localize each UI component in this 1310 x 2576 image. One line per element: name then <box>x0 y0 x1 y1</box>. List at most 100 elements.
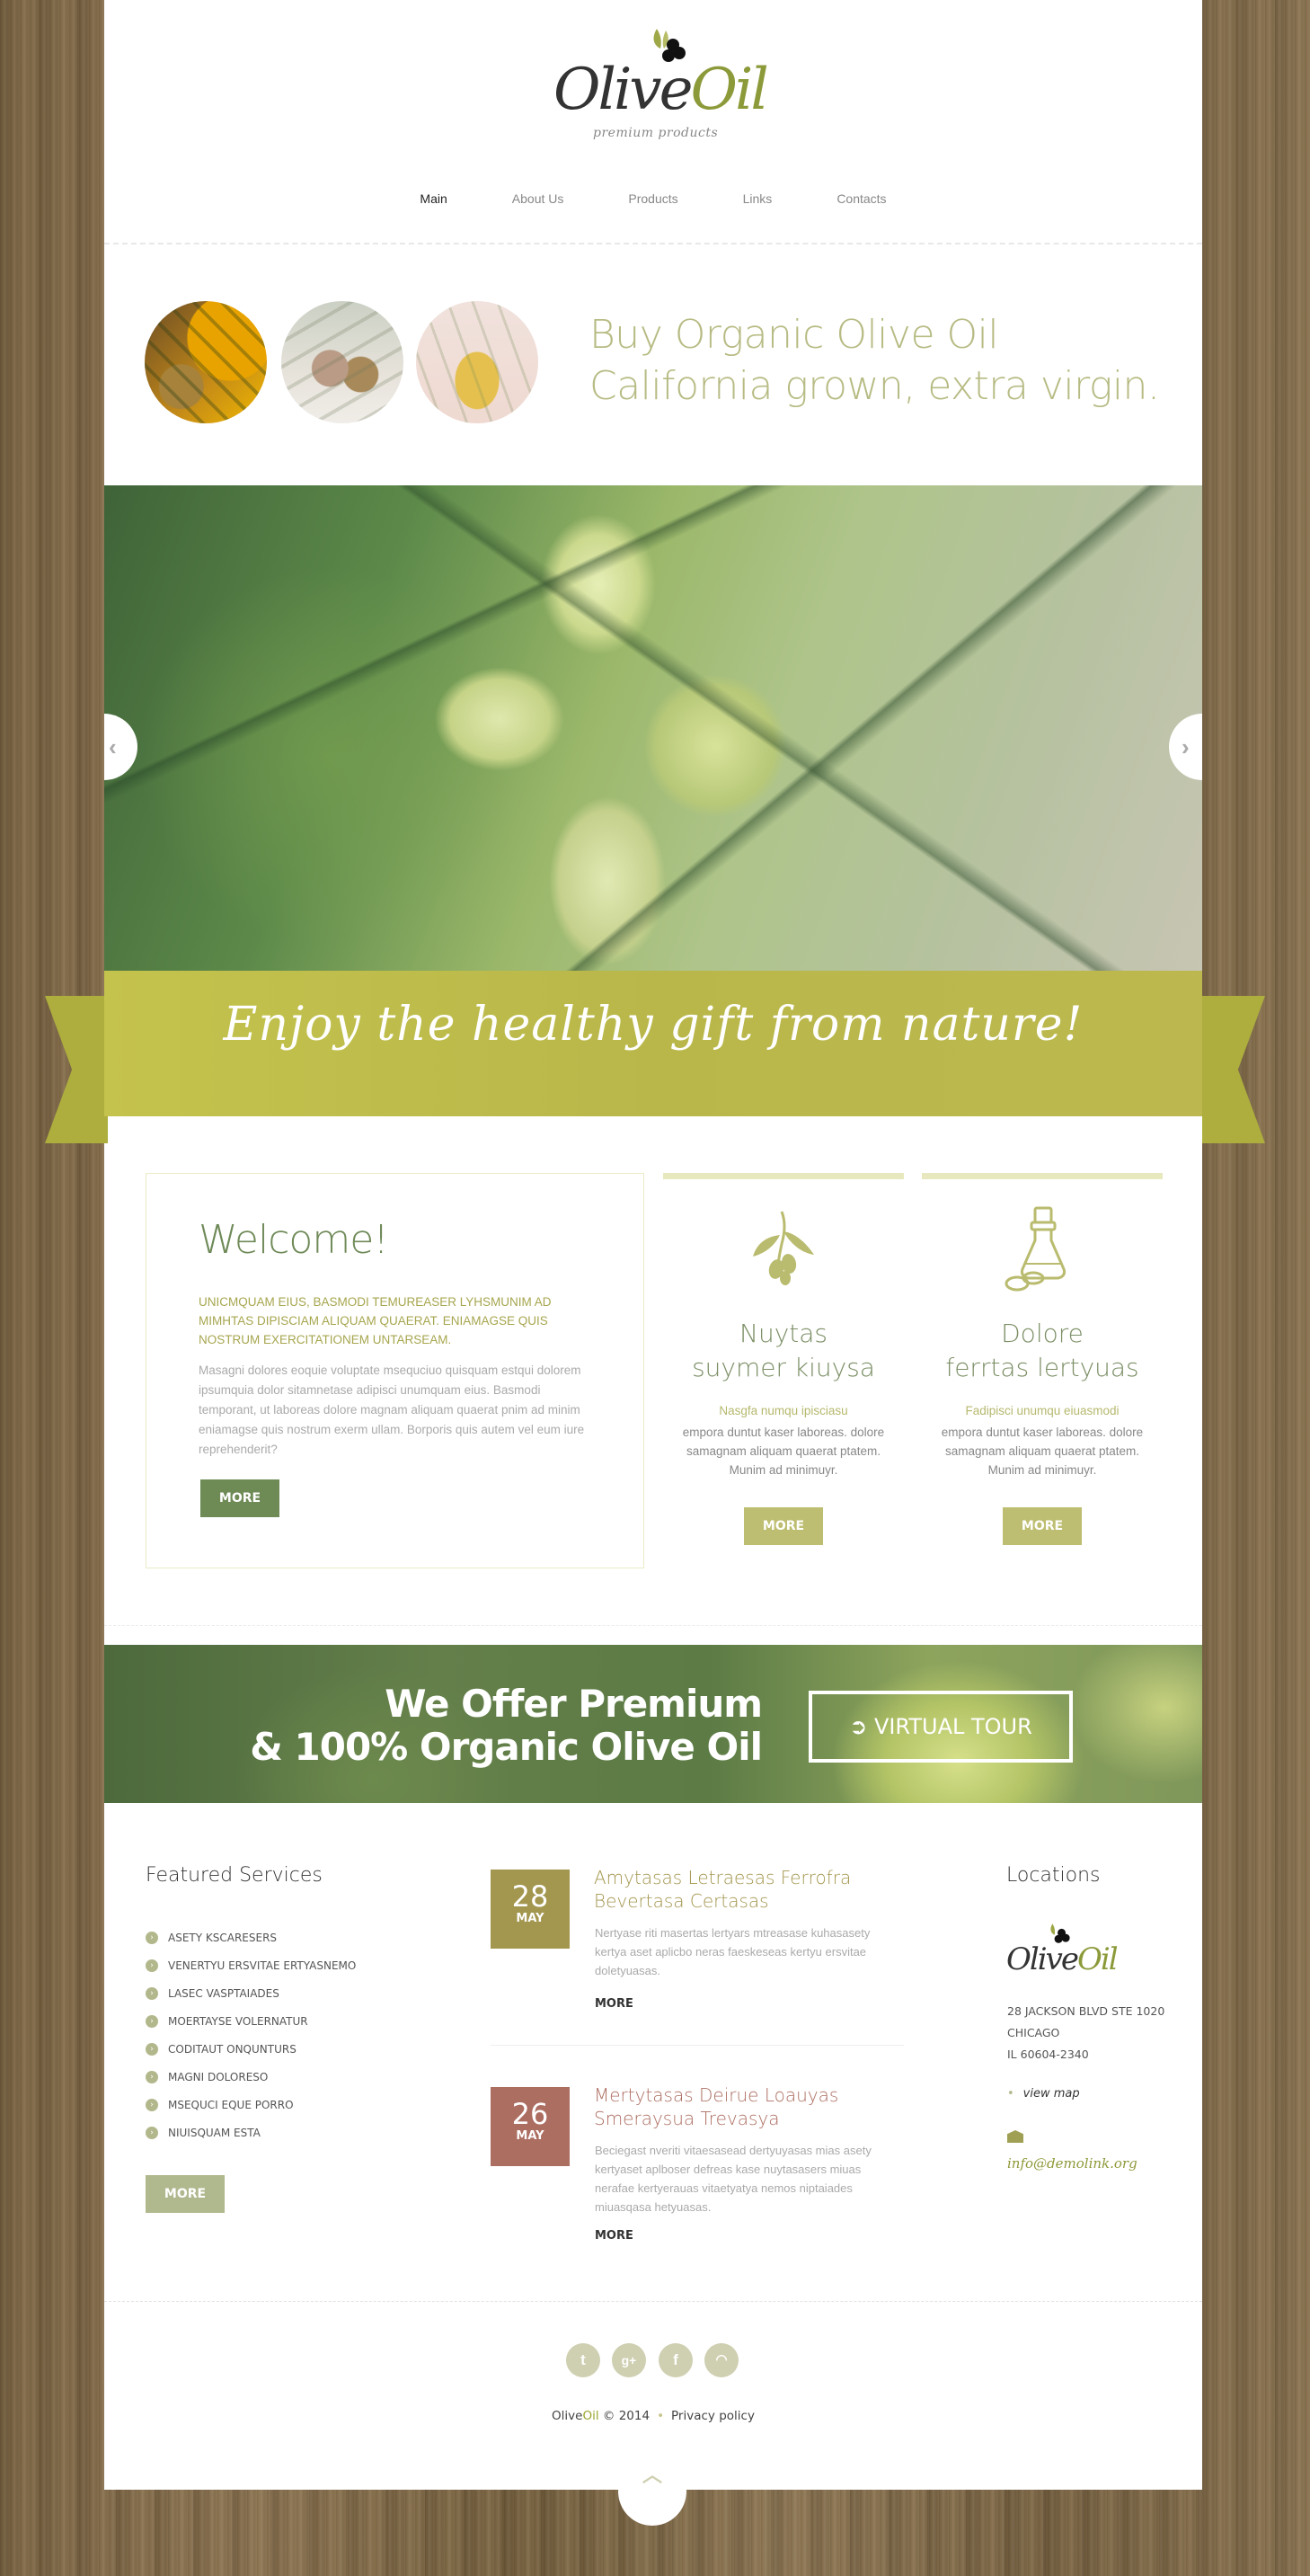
ribbon-tail-left <box>45 996 108 1143</box>
service-label: MAGNI DOLORESO <box>168 2070 269 2083</box>
service-label: ASETY KSCARESERS <box>168 1931 278 1944</box>
welcome-more-button[interactable]: MORE <box>200 1479 279 1517</box>
feature-title: Nuytas suymer kiuysa <box>663 1317 904 1385</box>
envelope-icon <box>1007 2130 1023 2143</box>
locations-title: Locations <box>1006 1864 1101 1887</box>
footer-logo: OliveOil <box>1006 1922 1132 1977</box>
chevron-right-icon: › <box>146 2098 158 2111</box>
welcome-body: Masagni dolores eoquie voluptate msequci… <box>199 1364 585 1456</box>
view-map-link[interactable]: • view map <box>1007 2087 1080 2101</box>
nav-item-about[interactable]: About Us <box>512 191 564 206</box>
promo-headline: We Offer Premium & 100% Organic Olive Oi… <box>250 1682 763 1769</box>
service-label: LASEC VASPTAIADES <box>168 1986 279 2000</box>
chevron-right-icon: › <box>146 2070 158 2083</box>
slider-prev-button[interactable]: ‹ <box>104 714 137 780</box>
hero-tagline-line2: California grown, extra virgin. <box>589 363 1160 409</box>
twitter-icon[interactable]: t <box>566 2343 600 2377</box>
slider-next-button[interactable]: › <box>1169 714 1202 780</box>
feature-top-bar <box>663 1173 904 1179</box>
list-item[interactable]: › MOERTAYSE VOLERNATUR <box>146 2007 356 2035</box>
copyright-year: © 2014 <box>602 2409 651 2423</box>
promo-line1: We Offer Premium <box>385 1682 763 1726</box>
bullet-icon: • <box>1007 2087 1014 2101</box>
chevron-right-icon: › <box>146 2014 158 2028</box>
address-line: CHICAGO <box>1007 2026 1060 2039</box>
welcome-title: Welcome! <box>199 1217 389 1263</box>
date-badge: 28 MAY <box>491 1870 570 1949</box>
news-title[interactable]: Mertytasas Deirue Loauyas Smeraysua Trev… <box>594 2083 917 2130</box>
feature-more-button[interactable]: MORE <box>1003 1507 1082 1545</box>
nav-item-products[interactable]: Products <box>628 191 677 206</box>
date-day: 28 <box>511 1879 549 1914</box>
thumbnail-oil-bottle[interactable] <box>416 301 538 423</box>
chevron-right-icon: › <box>146 2126 158 2139</box>
thumbnail-oil-spoon[interactable] <box>145 301 267 423</box>
list-item[interactable]: › CODITAUT ONQUNTURS <box>146 2035 356 2063</box>
news-more-link[interactable]: MORE <box>595 1997 633 2011</box>
address-line: 28 JACKSON BLVD STE 1020 <box>1007 2004 1165 2018</box>
chevron-right-icon: › <box>146 1986 158 2000</box>
virtual-tour-label: VIRTUAL TOUR <box>873 1714 1032 1739</box>
date-badge: 26 MAY <box>491 2087 570 2166</box>
nav-item-main[interactable]: Main <box>420 191 447 206</box>
ribbon-tail-right <box>1202 996 1265 1143</box>
news-title[interactable]: Amytasas Letraesas Ferrofra Bevertasa Ce… <box>594 1866 917 1913</box>
list-item[interactable]: › LASEC VASPTAIADES <box>146 1979 356 2007</box>
privacy-policy-link[interactable]: Privacy policy <box>671 2409 755 2423</box>
service-label: VENERTYU ERSVITAE ERTYASNEMO <box>168 1959 357 1972</box>
feature-subtitle: Fadipisci unumqu eiuasmodi <box>965 1404 1120 1417</box>
logo-text-oil: Oil <box>1076 1941 1119 1977</box>
chevron-right-icon: › <box>146 2042 158 2056</box>
logo-tagline: premium products <box>593 126 719 140</box>
news-text: Nertyase riti masertas lertyars mtreasas… <box>595 1926 871 1977</box>
chevron-left-icon: ‹ <box>109 733 117 760</box>
thumbnail-olives-bowl[interactable] <box>281 301 403 423</box>
email-link[interactable]: info@demolink.org <box>1007 2155 1137 2172</box>
feature-card: Nuytas suymer kiuysa Nasgfa numqu ipiscia… <box>663 1173 904 1568</box>
google-plus-icon[interactable]: g+ <box>612 2343 646 2377</box>
service-label: CODITAUT ONQUNTURS <box>168 2042 297 2056</box>
facebook-icon[interactable]: f <box>659 2343 693 2377</box>
feature-text: empora duntut kaser laboreas. dolore sam… <box>682 1426 885 1477</box>
circle-arrow-right-icon: ➲ <box>849 1714 874 1739</box>
service-label: MOERTAYSE VOLERNATUR <box>168 2014 308 2028</box>
list-item[interactable]: › VENERTYU ERSVITAE ERTYASNEMO <box>146 1951 356 1979</box>
list-item[interactable]: › MSEQUCI EQUE PORRO <box>146 2091 356 2119</box>
divider <box>104 243 1202 244</box>
chevron-right-icon: › <box>1182 733 1190 760</box>
hero-slider: ‹ › <box>104 485 1202 971</box>
logo-text-oil: Oil <box>690 57 768 123</box>
list-item[interactable]: › MAGNI DOLORESO <box>146 2063 356 2091</box>
ribbon-banner: Enjoy the healthy gift from nature! <box>104 971 1202 1116</box>
services-more-button[interactable]: MORE <box>146 2175 225 2213</box>
feature-title-line1: Dolore <box>1001 1319 1084 1348</box>
rss-icon[interactable]: ◠ <box>704 2343 739 2377</box>
back-to-top-button[interactable]: ︿ <box>618 2457 686 2526</box>
service-label: MSEQUCI EQUE PORRO <box>168 2098 294 2111</box>
copyright-brand-olive: Olive <box>552 2409 583 2423</box>
footer-logo-text: OliveOil <box>1006 1941 1119 1977</box>
bullet-icon: • <box>657 2409 665 2423</box>
date-month: MAY <box>516 1912 544 1925</box>
news-more-link[interactable]: MORE <box>595 2229 633 2243</box>
virtual-tour-button[interactable]: ➲ VIRTUAL TOUR <box>809 1691 1073 1763</box>
copyright: OliveOil © 2014 • Privacy policy <box>104 2409 1202 2423</box>
chevron-right-icon: › <box>146 1931 158 1944</box>
services-list: › ASETY KSCARESERS › VENERTYU ERSVITAE ERT… <box>146 1923 356 2146</box>
welcome-lead: Unicmquam eius, basmodi temureaser lyhsm… <box>199 1295 552 1346</box>
services-title: Featured Services <box>146 1864 323 1887</box>
divider <box>104 1625 1202 1626</box>
list-item[interactable]: › NIUISQUAM ESTA <box>146 2119 356 2146</box>
promo-line2: & 100% Organic Olive Oil <box>250 1725 763 1769</box>
feature-more-button[interactable]: MORE <box>744 1507 823 1545</box>
site-logo[interactable]: OliveOil premium products <box>553 25 769 151</box>
date-day: 26 <box>511 2097 549 2131</box>
nav-item-links[interactable]: Links <box>743 191 773 206</box>
nav-item-contacts[interactable]: Contacts <box>836 191 886 206</box>
welcome-box: Welcome! Unicmquam eius, basmodi temurea… <box>146 1173 644 1568</box>
list-item[interactable]: › ASETY KSCARESERS <box>146 1923 356 1951</box>
ribbon-text: Enjoy the healthy gift from nature! <box>223 998 1084 1052</box>
address-line: IL 60604-2340 <box>1007 2047 1089 2061</box>
hero-tagline-line1: Buy Organic Olive Oil <box>589 312 999 358</box>
divider <box>104 2301 1202 2302</box>
